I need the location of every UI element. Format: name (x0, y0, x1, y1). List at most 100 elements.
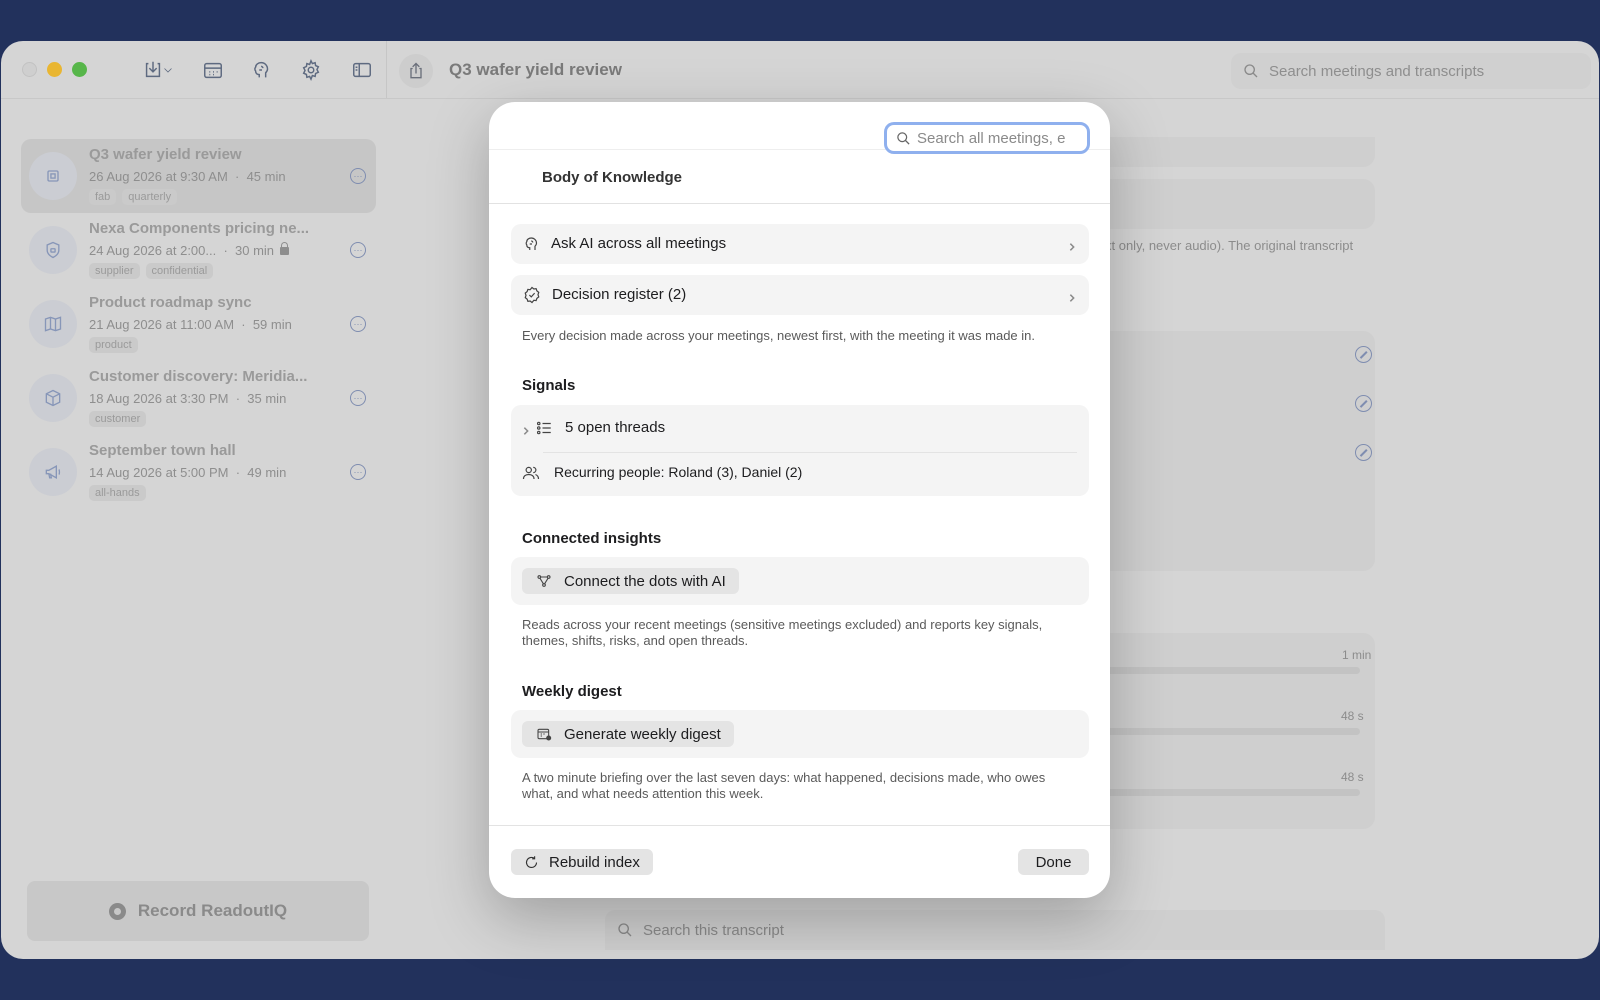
more-options-icon[interactable]: ··· (350, 242, 366, 258)
search-icon (618, 923, 632, 937)
chevron-down-icon[interactable] (161, 57, 175, 83)
speaker-duration: 48 s (1341, 709, 1364, 723)
tag[interactable]: confidential (145, 263, 214, 279)
meeting-title: Customer discovery: Meridia... (89, 368, 308, 385)
knowledge-search-field[interactable] (884, 122, 1090, 154)
meeting-meta: 21 Aug 2026 at 11:00 AM · 59 min (89, 317, 292, 332)
tag[interactable]: supplier (89, 263, 140, 279)
open-threads-row[interactable]: 5 open threads (511, 405, 1089, 452)
meeting-tags: product (89, 337, 138, 353)
meeting-meta: 26 Aug 2026 at 9:30 AM · 45 min (89, 169, 286, 184)
more-options-icon[interactable]: ··· (350, 168, 366, 184)
weekly-digest-heading: Weekly digest (522, 683, 622, 700)
record-button[interactable]: Record ReadoutIQ (27, 881, 369, 941)
meeting-item[interactable]: Customer discovery: Meridia... 18 Aug 20… (21, 361, 376, 435)
meeting-title: Product roadmap sync (89, 294, 252, 311)
transcript-search-field[interactable]: Search this transcript (605, 910, 1385, 950)
lock-icon (280, 242, 290, 255)
close-window-button[interactable] (22, 62, 37, 77)
action-item-check-icon[interactable] (1355, 395, 1372, 412)
tag[interactable]: product (89, 337, 138, 353)
signals-panel: 5 open threads Recurring people: Roland … (511, 405, 1089, 496)
tag[interactable]: customer (89, 411, 147, 427)
meeting-meta: 18 Aug 2026 at 3:30 PM · 35 min (89, 391, 287, 406)
verified-check-icon (523, 286, 541, 304)
ask-ai-row[interactable]: Ask AI across all meetings (511, 224, 1089, 264)
signals-heading: Signals (522, 377, 576, 394)
meeting-item[interactable]: Product roadmap sync 21 Aug 2026 at 11:0… (21, 287, 376, 361)
meeting-tags: fab quarterly (89, 189, 178, 205)
more-options-icon[interactable]: ··· (350, 390, 366, 406)
dialog-title: Body of Knowledge (542, 169, 682, 186)
sidebar-divider (386, 41, 387, 98)
weekly-digest-panel: Generate weekly digest (511, 710, 1089, 758)
generate-digest-label: Generate weekly digest (564, 725, 721, 743)
disclosure-chevron-icon[interactable] (521, 423, 529, 435)
recurring-people-label: Recurring people: Roland (3), Daniel (2) (554, 464, 803, 480)
weekly-digest-description: A two minute briefing over the last seve… (522, 770, 1046, 801)
connect-dots-button[interactable]: Connect the dots with AI (522, 568, 739, 594)
meeting-meta: 24 Aug 2026 at 2:00... · 30 min (89, 242, 290, 258)
brain-icon[interactable] (249, 57, 275, 83)
maximize-window-button[interactable] (72, 62, 87, 77)
tag[interactable]: quarterly (122, 189, 178, 205)
meeting-item[interactable]: Nexa Components pricing ne... 24 Aug 202… (21, 213, 376, 287)
knowledge-search-input[interactable] (917, 129, 1077, 147)
more-options-icon[interactable]: ··· (350, 464, 366, 480)
generate-digest-button[interactable]: Generate weekly digest (522, 721, 734, 747)
connected-insights-heading: Connected insights (522, 530, 662, 547)
action-item-check-icon[interactable] (1355, 444, 1372, 461)
global-search-field[interactable]: Search meetings and transcripts (1231, 53, 1591, 89)
minimize-window-button[interactable] (47, 62, 62, 77)
share-icon (410, 62, 422, 79)
rebuild-index-button[interactable]: Rebuild index (511, 849, 653, 875)
connected-insights-panel: Connect the dots with AI (511, 557, 1089, 605)
calendar-icon (536, 726, 552, 742)
search-icon (897, 131, 910, 145)
transcript-search-placeholder: Search this transcript (643, 921, 784, 939)
sidebar-toggle-icon[interactable] (349, 57, 375, 83)
box-icon (29, 374, 77, 422)
gear-icon[interactable] (298, 57, 324, 83)
global-search-placeholder: Search meetings and transcripts (1269, 62, 1485, 80)
speaker-duration: 48 s (1341, 770, 1364, 784)
more-options-icon[interactable]: ··· (350, 316, 366, 332)
map-icon (29, 300, 77, 348)
connected-insights-description: Reads across your recent meetings (sensi… (522, 617, 1043, 648)
action-item-check-icon[interactable] (1355, 346, 1372, 363)
sidebar: Q3 wafer yield review 26 Aug 2026 at 9:3… (1, 99, 386, 959)
graph-icon (536, 573, 552, 589)
body-of-knowledge-dialog: Body of Knowledge Ask AI across all meet… (489, 102, 1110, 898)
record-icon (108, 902, 126, 920)
ask-ai-label: Ask AI across all meetings (551, 235, 727, 252)
decision-register-row[interactable]: Decision register (2) (511, 275, 1089, 315)
chip-icon (29, 152, 77, 200)
chevron-right-icon (1067, 290, 1077, 302)
shield-icon (29, 226, 77, 274)
record-label: Record ReadoutIQ (137, 901, 288, 920)
connect-dots-label: Connect the dots with AI (564, 572, 726, 590)
open-threads-label: 5 open threads (565, 419, 666, 436)
meeting-title: Q3 wafer yield review (89, 146, 242, 163)
rebuild-index-label: Rebuild index (549, 853, 640, 871)
calendar-icon[interactable] (200, 57, 226, 83)
people-icon (522, 464, 540, 482)
tag[interactable]: fab (89, 189, 117, 205)
checklist-icon (535, 419, 553, 437)
share-button[interactable] (399, 54, 433, 88)
meeting-title: Nexa Components pricing ne... (89, 220, 310, 237)
brain-icon (523, 235, 541, 253)
done-button[interactable]: Done (1018, 849, 1089, 875)
privacy-note: xt only, never audio). The original tran… (1105, 238, 1354, 253)
tag[interactable]: all-hands (89, 485, 146, 501)
divider (543, 452, 1077, 453)
search-icon (1244, 64, 1258, 78)
meeting-item[interactable]: September town hall 14 Aug 2026 at 5:00 … (21, 435, 376, 509)
done-label: Done (1035, 853, 1072, 871)
meeting-tags: all-hands (89, 485, 146, 501)
refresh-icon (525, 855, 538, 868)
meeting-tags: supplier confidential (89, 263, 214, 279)
window-title: Q3 wafer yield review (449, 60, 622, 79)
toolbar: Q3 wafer yield review Search meetings an… (1, 41, 1599, 99)
meeting-item[interactable]: Q3 wafer yield review 26 Aug 2026 at 9:3… (21, 139, 376, 213)
